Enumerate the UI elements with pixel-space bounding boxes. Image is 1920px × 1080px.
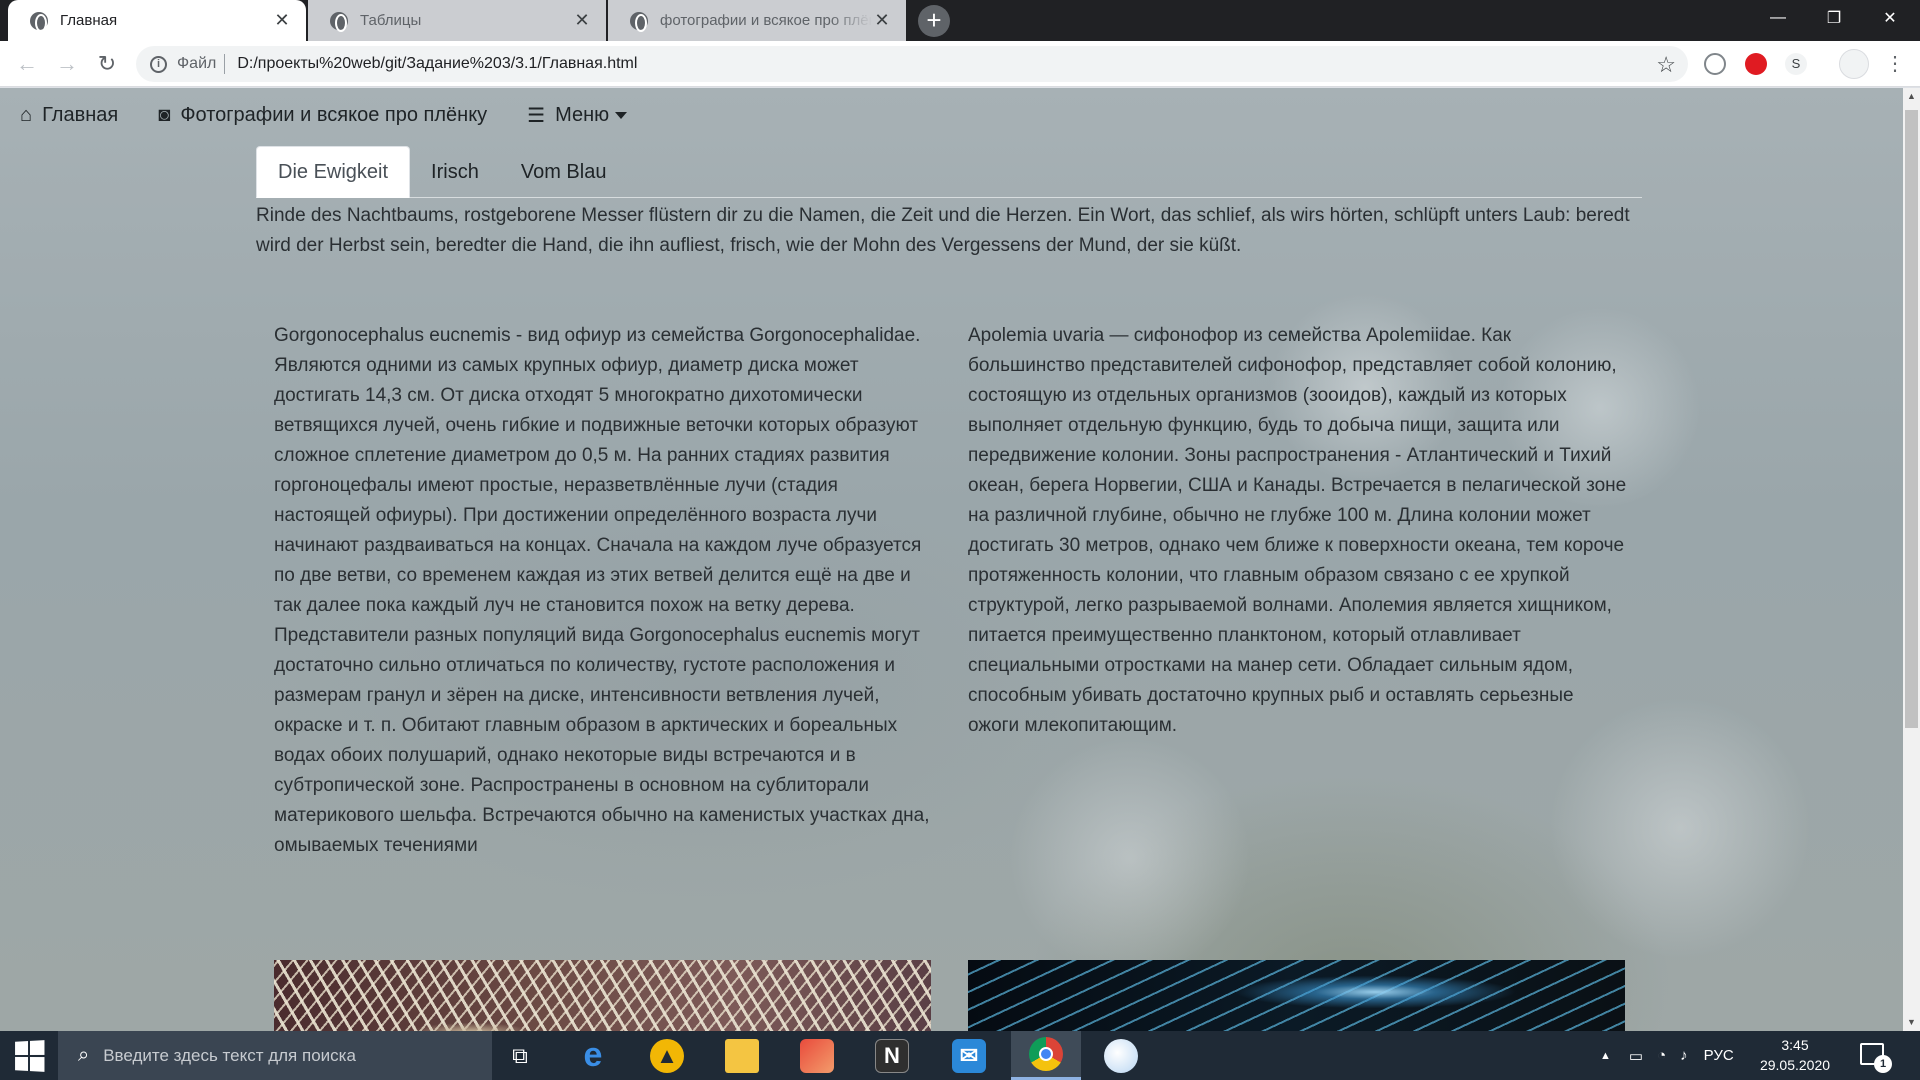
close-tab-icon[interactable]: ✕ <box>272 10 292 31</box>
close-tab-icon[interactable]: ✕ <box>872 10 892 31</box>
taskbar-paint[interactable] <box>1086 1031 1156 1080</box>
taskbar-mail[interactable]: ✉ <box>934 1031 1004 1080</box>
globe-icon <box>630 11 648 32</box>
avatar[interactable] <box>1839 49 1869 79</box>
triangle-app-icon: ▲ <box>650 1038 684 1073</box>
windows-logo-icon <box>15 1039 45 1072</box>
browser-tab-title: Таблицы <box>360 12 422 29</box>
notification-count-badge: 1 <box>1874 1055 1892 1073</box>
nav-item-photos[interactable]: ◙ Фотографии и всякое про плёнку <box>158 104 487 127</box>
tab-vom-blau[interactable]: Vom Blau <box>500 146 628 198</box>
globe-icon <box>330 11 348 32</box>
page-viewport: ⌂ Главная ◙ Фотографии и всякое про плён… <box>0 88 1903 1031</box>
tab-panel-text: Rinde des Nachtbaums, rostgeborene Messe… <box>256 205 1630 256</box>
taskbar-clock[interactable]: 3:45 29.05.2020 <box>1755 1035 1835 1075</box>
article-gorgonocephalus: Gorgonocephalus eucnemis - вид офиур из … <box>274 325 930 856</box>
minimize-button[interactable]: — <box>1750 0 1806 36</box>
mail-icon: ✉ <box>952 1038 986 1073</box>
taskbar-chrome[interactable] <box>1011 1031 1081 1080</box>
nav-item-home[interactable]: ⌂ Главная <box>20 104 118 127</box>
translate-extension-icon[interactable] <box>1704 53 1726 75</box>
camera-icon: ◙ <box>158 103 171 126</box>
search-placeholder: Введите здесь текст для поиска <box>103 1045 356 1065</box>
browser-tab-title: Главная <box>60 12 118 29</box>
taskbar-notion[interactable]: N <box>857 1031 927 1080</box>
palette-icon <box>1104 1038 1138 1073</box>
chrome-icon <box>1029 1037 1063 1071</box>
nav-item-menu-dropdown[interactable]: ☰ Меню <box>527 103 628 128</box>
task-view-button[interactable]: ⧉ <box>485 1031 555 1080</box>
address-bar[interactable]: i Файл D:/проекты%20web/git/Задание%203/… <box>136 46 1688 82</box>
browser-toolbar: ← → ↻ i Файл D:/проекты%20web/git/Задани… <box>0 41 1920 87</box>
chevron-up-icon[interactable]: ▲ <box>1600 1050 1611 1062</box>
edge-icon: e <box>583 1036 603 1074</box>
reload-icon[interactable]: ↻ <box>92 49 122 79</box>
volume-icon[interactable]: ♪ <box>1680 1047 1688 1064</box>
windows-taskbar: ⌕ Введите здесь текст для поиска ⧉ e ▲ N… <box>0 1031 1920 1080</box>
battery-icon[interactable]: ▭ <box>1629 1047 1643 1065</box>
home-icon: ⌂ <box>20 103 33 126</box>
new-tab-button[interactable]: + <box>918 5 950 37</box>
kebab-menu-icon[interactable]: ⋮ <box>1880 49 1910 79</box>
scroll-down-icon[interactable]: ▼ <box>1903 1014 1920 1031</box>
start-button[interactable] <box>0 1031 58 1080</box>
nav-label: Фотографии и всякое про плёнку <box>180 103 488 126</box>
info-icon[interactable]: i <box>150 55 167 73</box>
wifi-icon[interactable]: ◔ <box>1657 1047 1666 1064</box>
profile-extension-icon[interactable]: S <box>1785 53 1807 75</box>
browser-tab-main[interactable]: Главная ✕ <box>8 0 306 41</box>
list-icon: ☰ <box>527 104 546 127</box>
address-url[interactable]: D:/проекты%20web/git/Задание%203/3.1/Гла… <box>237 55 637 73</box>
tab-die-ewigkeit[interactable]: Die Ewigkeit <box>256 146 411 198</box>
nav-label: Меню <box>555 103 610 126</box>
scrollbar-thumb[interactable] <box>1905 110 1918 728</box>
paint-app-icon <box>800 1038 834 1073</box>
caret-down-icon <box>615 111 628 119</box>
opera-extension-icon[interactable] <box>1745 53 1767 75</box>
taskbar-search[interactable]: ⌕ Введите здесь текст для поиска <box>58 1031 492 1080</box>
taskbar-file-explorer[interactable] <box>707 1031 777 1080</box>
bookmark-star-icon[interactable]: ☆ <box>1656 52 1676 78</box>
gorgonocephalus-photo <box>274 960 931 1031</box>
notification-center-icon[interactable]: 1 <box>1860 1043 1892 1073</box>
apolemia-photo <box>968 960 1625 1031</box>
maximize-button[interactable]: ❐ <box>1806 0 1862 36</box>
taskbar-app-red[interactable] <box>782 1031 852 1080</box>
page-scrollbar[interactable]: ▲ ▼ <box>1903 88 1920 1031</box>
address-separator <box>224 54 226 74</box>
forward-arrow-icon[interactable]: → <box>52 49 82 79</box>
close-tab-icon[interactable]: ✕ <box>572 10 592 31</box>
language-indicator[interactable]: РУС <box>1704 1047 1734 1064</box>
clock-time: 3:45 <box>1781 1037 1809 1053</box>
close-window-button[interactable]: ✕ <box>1862 0 1918 36</box>
browser-tab-title: фотографии и всякое про плёнку <box>660 12 872 29</box>
globe-icon <box>30 11 48 32</box>
taskbar-app-triangle[interactable]: ▲ <box>632 1031 702 1080</box>
browser-tab-strip: Главная ✕ Таблицы ✕ фотографии и всякое … <box>0 0 1920 41</box>
nav-label: Главная <box>42 103 119 126</box>
article-apolemia: Apolemia uvaria — сифонофор из семейства… <box>968 325 1627 736</box>
taskbar-edge[interactable]: e <box>558 1031 628 1080</box>
system-tray: ▲ ▭ ◔ ♪ РУС <box>1600 1031 1734 1080</box>
tab-irisch[interactable]: Irisch <box>410 146 500 198</box>
clock-date: 29.05.2020 <box>1759 1057 1831 1073</box>
browser-tab-tables[interactable]: Таблицы ✕ <box>308 0 606 41</box>
address-scheme-label: Файл <box>177 55 217 72</box>
site-navbar: ⌂ Главная ◙ Фотографии и всякое про плён… <box>0 88 1903 142</box>
notion-icon: N <box>875 1038 909 1073</box>
search-icon: ⌕ <box>78 1044 90 1066</box>
browser-tab-photos[interactable]: фотографии и всякое про плёнку ✕ <box>608 0 906 41</box>
scroll-up-icon[interactable]: ▲ <box>1903 88 1920 105</box>
folder-icon <box>725 1038 759 1073</box>
back-arrow-icon[interactable]: ← <box>12 49 42 79</box>
task-view-icon: ⧉ <box>512 1042 528 1068</box>
content-tabs: Die Ewigkeit Irisch Vom Blau <box>256 146 1642 198</box>
